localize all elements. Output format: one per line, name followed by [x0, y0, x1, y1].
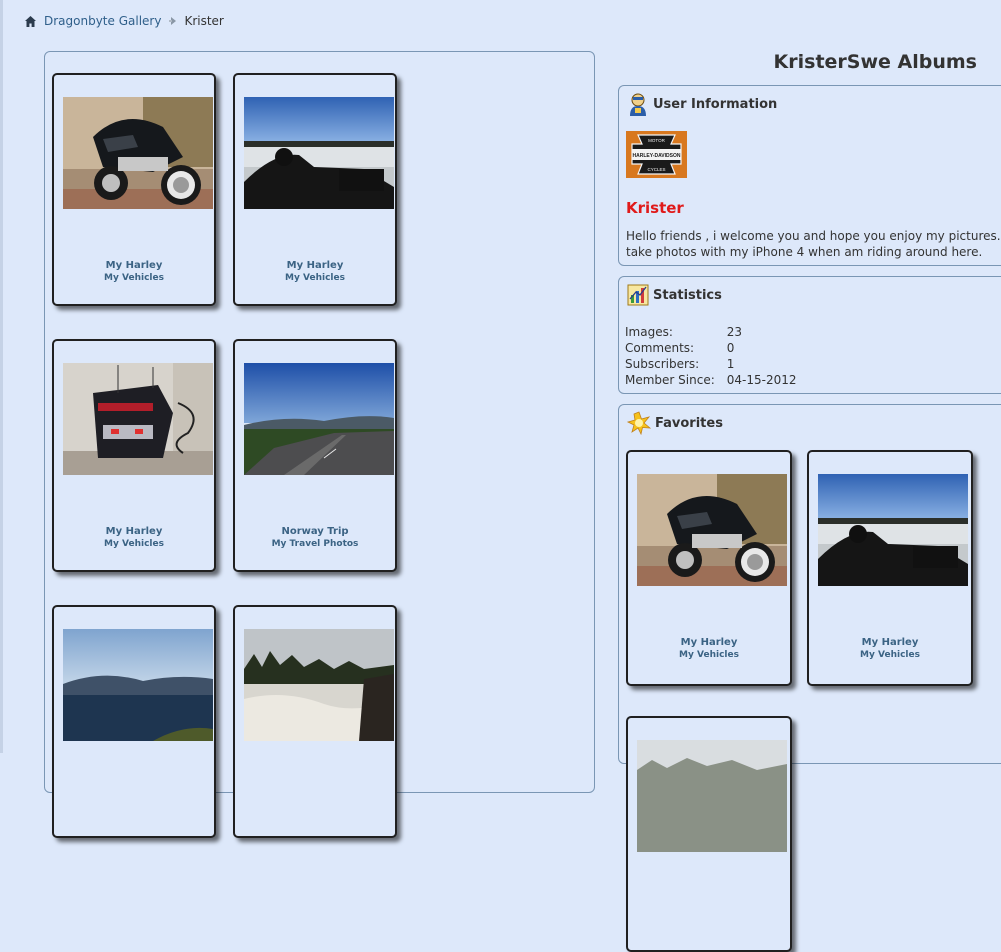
- favorite-card-album[interactable]: My Vehicles: [628, 650, 790, 660]
- river-rapids-thumbnail[interactable]: [244, 629, 394, 741]
- favorite-card[interactable]: My Harley My Vehicles: [626, 450, 792, 686]
- motorcycle-front-thumbnail[interactable]: [63, 97, 213, 209]
- album-card-album[interactable]: My Vehicles: [54, 539, 214, 549]
- albums-panel: My Harley My Vehicles My Harley My Vehic…: [44, 51, 595, 838]
- svg-text:HARLEY-DAVIDSON: HARLEY-DAVIDSON: [633, 153, 681, 159]
- user-information-block: User Information MOTOR HARLEY-DAVIDSON C…: [618, 85, 1001, 266]
- album-card[interactable]: Norway Trip My Travel Photos: [233, 339, 397, 572]
- stat-label: Subscribers:: [625, 357, 700, 371]
- left-edge: [0, 0, 3, 753]
- favorite-card[interactable]: My Harley My Vehicles: [807, 450, 973, 686]
- svg-text:CYCLES: CYCLES: [647, 167, 665, 172]
- statistics-table: Images: 23 Comments: 0 Subscribers: 1 Me…: [625, 324, 809, 388]
- breadcrumb-separator-icon: [169, 17, 177, 25]
- favorites-header: Favorites: [627, 411, 723, 435]
- svg-text:MOTOR: MOTOR: [648, 138, 665, 143]
- stat-label: Images:: [625, 325, 673, 339]
- album-card-title[interactable]: My Harley: [54, 526, 214, 537]
- album-card[interactable]: My Harley My Vehicles: [52, 73, 216, 306]
- home-icon[interactable]: [24, 15, 37, 28]
- stat-value: 1: [726, 357, 735, 371]
- stat-row: Member Since: 04-15-2012: [625, 372, 809, 388]
- favorites-title: Favorites: [655, 415, 723, 431]
- album-card-title[interactable]: My Harley: [235, 260, 395, 271]
- album-card[interactable]: My Harley My Vehicles: [233, 73, 397, 306]
- album-card-title[interactable]: My Harley: [54, 260, 214, 271]
- lake-mountains-thumbnail[interactable]: [63, 629, 213, 741]
- favorite-card-album[interactable]: My Vehicles: [809, 650, 971, 660]
- album-card-album[interactable]: My Vehicles: [54, 273, 214, 283]
- favorite-card-title[interactable]: My Harley: [628, 637, 790, 648]
- stat-value: 0: [726, 341, 735, 355]
- stat-row: Comments: 0: [625, 340, 809, 356]
- album-card-title[interactable]: Norway Trip: [235, 526, 395, 537]
- album-card[interactable]: [52, 605, 216, 838]
- username[interactable]: Krister: [626, 199, 684, 217]
- stat-row: Subscribers: 1: [625, 356, 809, 372]
- favorite-card-title[interactable]: My Harley: [809, 637, 971, 648]
- motorcycle-lake-thumbnail[interactable]: [244, 97, 394, 209]
- statistics-chart-icon: [627, 284, 649, 306]
- user-bio-line: Hello friends , i welcome you and hope y…: [626, 229, 1001, 243]
- user-information-header: User Information: [627, 92, 777, 116]
- avatar[interactable]: MOTOR HARLEY-DAVIDSON CYCLES: [626, 131, 687, 178]
- road-landscape-thumbnail[interactable]: [244, 363, 394, 475]
- album-card-album[interactable]: My Vehicles: [235, 273, 395, 283]
- user-icon: [630, 93, 646, 116]
- page-title: KristerSwe Albums: [773, 51, 977, 73]
- user-bio: Hello friends , i welcome you and hope y…: [626, 228, 1001, 260]
- stat-label: Member Since:: [625, 373, 715, 387]
- album-card[interactable]: My Harley My Vehicles: [52, 339, 216, 572]
- motorcycle-rear-thumbnail[interactable]: [63, 363, 213, 475]
- album-card[interactable]: [233, 605, 397, 838]
- breadcrumb: Dragonbyte Gallery Krister: [24, 12, 224, 30]
- statistics-block: Statistics Images: 23 Comments: 0 Subscr…: [618, 276, 1001, 394]
- album-card-album[interactable]: My Travel Photos: [235, 539, 395, 549]
- favorites-block: Favorites My Harley My Vehicles My Harle…: [618, 404, 1001, 952]
- stat-value: 23: [726, 325, 743, 339]
- breadcrumb-current: Krister: [184, 14, 224, 28]
- landscape-partial-thumbnail[interactable]: [637, 740, 787, 852]
- favorite-card[interactable]: [626, 716, 792, 952]
- motorcycle-front-thumbnail[interactable]: [637, 474, 787, 586]
- statistics-title: Statistics: [653, 287, 722, 303]
- stat-label: Comments:: [625, 341, 695, 355]
- motorcycle-lake-thumbnail[interactable]: [818, 474, 968, 586]
- stat-row: Images: 23: [625, 324, 809, 340]
- statistics-header: Statistics: [627, 283, 722, 307]
- user-bio-line: take photos with my iPhone 4 when am rid…: [626, 245, 983, 259]
- user-information-title: User Information: [653, 96, 778, 112]
- star-burst-icon: [627, 411, 651, 435]
- breadcrumb-gallery-link[interactable]: Dragonbyte Gallery: [44, 14, 161, 28]
- stat-value: 04-15-2012: [726, 373, 797, 387]
